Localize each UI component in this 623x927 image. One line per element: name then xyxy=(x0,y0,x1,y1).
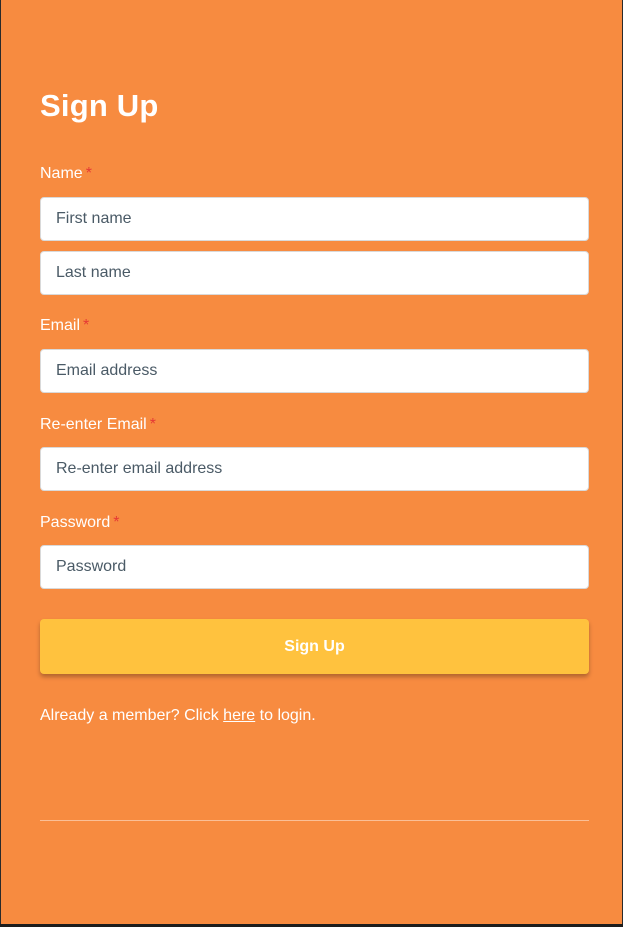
reenter-email-label: Re-enter Email * xyxy=(40,415,156,435)
password-label-text: Password xyxy=(40,514,111,531)
required-marker: * xyxy=(113,514,120,531)
required-marker: * xyxy=(85,165,92,182)
name-label: Name * xyxy=(40,164,92,184)
login-link[interactable]: here xyxy=(223,707,255,724)
first-name-input[interactable] xyxy=(40,197,589,241)
page-title: Sign Up xyxy=(40,88,159,123)
name-label-text: Name xyxy=(40,165,83,182)
email-input[interactable] xyxy=(40,349,589,393)
sign-up-button[interactable]: Sign Up xyxy=(40,619,589,674)
last-name-input[interactable] xyxy=(40,251,589,295)
reenter-email-input[interactable] xyxy=(40,447,589,491)
login-prompt-before: Already a member? Click xyxy=(40,707,224,724)
email-label: Email * xyxy=(40,316,89,336)
required-marker: * xyxy=(149,416,156,433)
signup-panel: Sign Up Name* Email* Re-enter Email* Pas… xyxy=(0,0,623,924)
required-marker: * xyxy=(83,317,90,334)
login-prompt: Already a member? Click here to login. xyxy=(40,706,316,726)
email-label-text: Email xyxy=(40,317,81,334)
login-prompt-after: to login. xyxy=(255,707,316,724)
reenter-email-label-text: Re-enter Email xyxy=(40,416,147,433)
password-input[interactable] xyxy=(40,545,589,589)
divider xyxy=(40,820,589,821)
password-label: Password * xyxy=(40,513,119,533)
